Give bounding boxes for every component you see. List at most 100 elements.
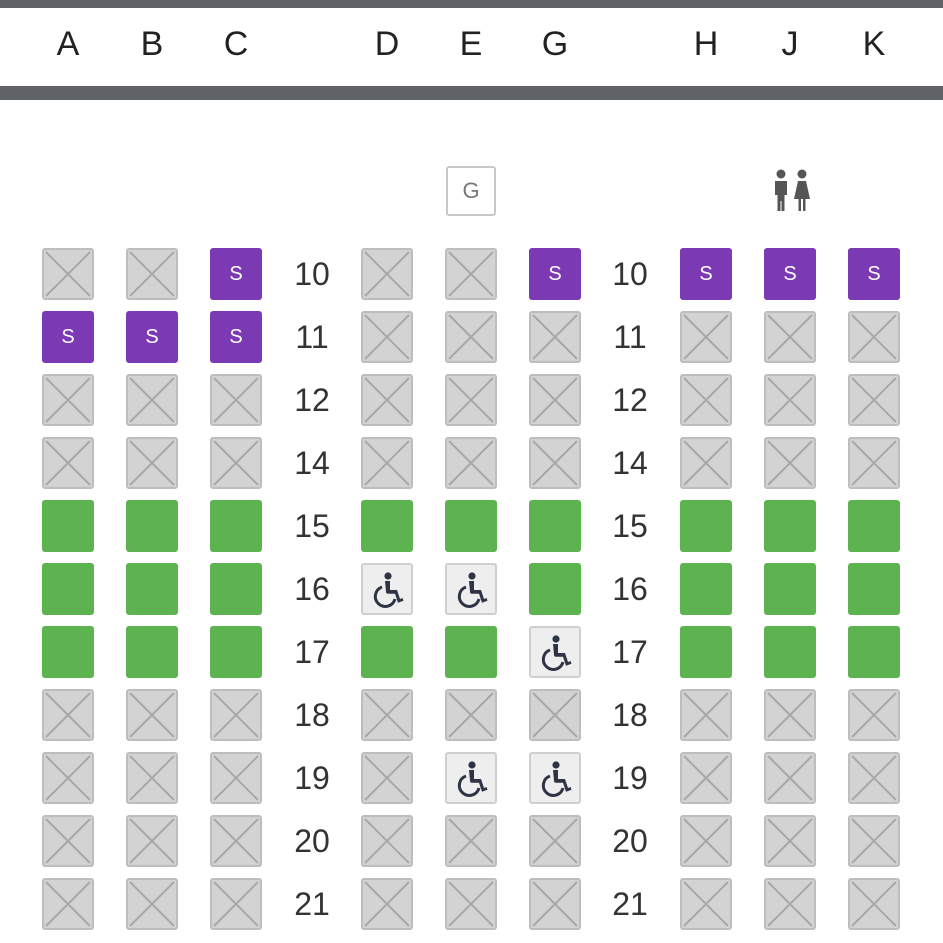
- row-number: 10: [612, 256, 648, 292]
- row-number: 11: [295, 319, 329, 355]
- seat-15D[interactable]: [361, 500, 413, 552]
- seat-20J: [764, 815, 816, 867]
- seat-17J[interactable]: [764, 626, 816, 678]
- cabin-top-border: [0, 0, 943, 8]
- row-number: 18: [612, 697, 648, 733]
- column-letter-b: B: [140, 25, 164, 63]
- seat-10D: [361, 248, 413, 300]
- seat-11H: [680, 311, 732, 363]
- seat-21E: [445, 878, 497, 930]
- seat-16C[interactable]: [210, 563, 262, 615]
- seat-18G: [529, 689, 581, 741]
- row-number: 15: [612, 508, 648, 544]
- lavatory-icon: [768, 168, 816, 214]
- column-letter-g: G: [541, 25, 569, 63]
- column-letter-a: A: [56, 25, 80, 63]
- seat-19G[interactable]: [529, 752, 581, 804]
- column-letter-k: K: [862, 25, 886, 63]
- seat-18H: [680, 689, 732, 741]
- column-letter-d: D: [374, 25, 400, 63]
- seat-15K[interactable]: [848, 500, 900, 552]
- seat-12K: [848, 374, 900, 426]
- row-number: 19: [612, 760, 648, 796]
- row-number: 17: [294, 634, 330, 670]
- seat-17H[interactable]: [680, 626, 732, 678]
- seat-10C[interactable]: S: [210, 248, 262, 300]
- seat-17K[interactable]: [848, 626, 900, 678]
- seat-10K[interactable]: S: [848, 248, 900, 300]
- seat-16E[interactable]: [445, 563, 497, 615]
- seat-15C[interactable]: [210, 500, 262, 552]
- row-number: 17: [612, 634, 648, 670]
- seat-14D: [361, 437, 413, 489]
- seat-17B[interactable]: [126, 626, 178, 678]
- seat-16J[interactable]: [764, 563, 816, 615]
- row-number: 19: [294, 760, 330, 796]
- seat-21H: [680, 878, 732, 930]
- seat-15E[interactable]: [445, 500, 497, 552]
- seat-10J[interactable]: S: [764, 248, 816, 300]
- seat-16K[interactable]: [848, 563, 900, 615]
- seat-19A: [42, 752, 94, 804]
- row-number: 14: [294, 445, 330, 481]
- seat-16H[interactable]: [680, 563, 732, 615]
- seat-15G[interactable]: [529, 500, 581, 552]
- seat-12G: [529, 374, 581, 426]
- row-number: 20: [294, 823, 330, 859]
- seat-11E: [445, 311, 497, 363]
- row-number: 10: [294, 256, 330, 292]
- column-letter-j: J: [781, 25, 799, 63]
- row-number: 11: [613, 319, 647, 355]
- seat-21K: [848, 878, 900, 930]
- seat-18C: [210, 689, 262, 741]
- wheelchair-icon: [457, 572, 488, 608]
- seat-10B: [126, 248, 178, 300]
- seat-16G[interactable]: [529, 563, 581, 615]
- seat-12H: [680, 374, 732, 426]
- seat-10A: [42, 248, 94, 300]
- seat-17E[interactable]: [445, 626, 497, 678]
- seat-15H[interactable]: [680, 500, 732, 552]
- seat-18D: [361, 689, 413, 741]
- seat-16B[interactable]: [126, 563, 178, 615]
- seat-12C: [210, 374, 262, 426]
- seat-21G: [529, 878, 581, 930]
- seat-21C: [210, 878, 262, 930]
- seat-20H: [680, 815, 732, 867]
- seat-10E: [445, 248, 497, 300]
- seat-14A: [42, 437, 94, 489]
- seat-20B: [126, 815, 178, 867]
- seat-17G[interactable]: [529, 626, 581, 678]
- seat-11B[interactable]: S: [126, 311, 178, 363]
- seat-17D[interactable]: [361, 626, 413, 678]
- seat-14C: [210, 437, 262, 489]
- seat-11G: [529, 311, 581, 363]
- seat-14J: [764, 437, 816, 489]
- seat-17A[interactable]: [42, 626, 94, 678]
- galley-label: G: [462, 178, 480, 203]
- seat-14H: [680, 437, 732, 489]
- seat-15A[interactable]: [42, 500, 94, 552]
- seat-19B: [126, 752, 178, 804]
- column-letter-c: C: [223, 25, 249, 63]
- seat-20C: [210, 815, 262, 867]
- row-number: 16: [294, 571, 330, 607]
- seat-11C[interactable]: S: [210, 311, 262, 363]
- column-letter-h: H: [693, 25, 719, 63]
- seat-19E[interactable]: [445, 752, 497, 804]
- seat-17C[interactable]: [210, 626, 262, 678]
- seat-11A[interactable]: S: [42, 311, 94, 363]
- seat-10H[interactable]: S: [680, 248, 732, 300]
- seat-16D[interactable]: [361, 563, 413, 615]
- seat-15B[interactable]: [126, 500, 178, 552]
- row-number: 12: [294, 382, 330, 418]
- seat-11J: [764, 311, 816, 363]
- seat-15J[interactable]: [764, 500, 816, 552]
- wheelchair-icon: [373, 572, 404, 608]
- row-number: 16: [612, 571, 648, 607]
- wheelchair-icon: [457, 761, 488, 797]
- cabin-header-divider: [0, 86, 943, 100]
- seat-16A[interactable]: [42, 563, 94, 615]
- seat-10G[interactable]: S: [529, 248, 581, 300]
- wheelchair-icon: [541, 635, 572, 671]
